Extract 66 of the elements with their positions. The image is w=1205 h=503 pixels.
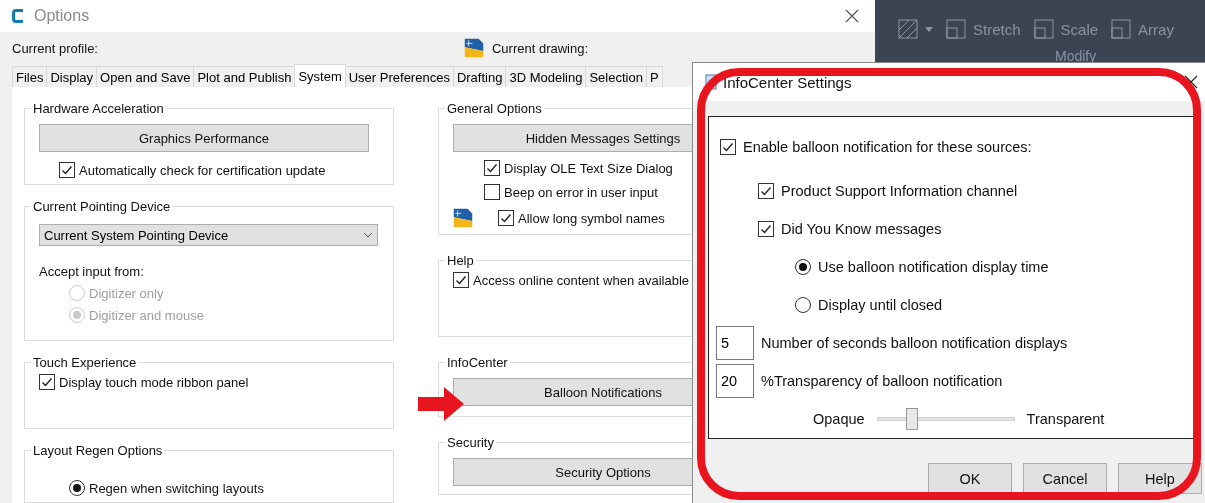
number-field[interactable]: 20 — [716, 364, 754, 398]
group-title: Current Pointing Device — [32, 199, 172, 214]
chevron-down-icon — [363, 232, 373, 238]
group-title: Layout Regen Options — [32, 443, 164, 458]
slider-max-label: Transparent — [1026, 411, 1105, 427]
radio-label: Use balloon notification display time — [818, 259, 1049, 275]
radio-label: Digitizer only — [89, 285, 164, 301]
tab[interactable]: Files — [12, 66, 48, 87]
radio-button[interactable] — [795, 297, 811, 313]
dialog-title: InfoCenter Settings — [723, 73, 852, 91]
radio-label: Digitizer and mouse — [89, 307, 204, 323]
dialog-button[interactable]: Cancel — [1023, 463, 1107, 494]
checkbox[interactable] — [720, 139, 736, 155]
tool-icon — [1032, 18, 1055, 40]
drawing-label: Current drawing: — [492, 40, 589, 56]
field-label: Accept input from: — [39, 264, 144, 279]
checkbox-label: Beep on error in user input — [504, 184, 658, 200]
profile-label: Current profile: — [12, 40, 98, 56]
close-icon[interactable] — [1184, 75, 1198, 89]
dropdown[interactable]: Current System Pointing Device — [39, 224, 378, 246]
checkbox[interactable] — [758, 183, 774, 199]
close-icon[interactable] — [845, 9, 859, 23]
tool-icon — [945, 18, 967, 40]
tab[interactable]: Open and Save — [96, 66, 195, 87]
radio-label: Regen when switching layouts — [89, 480, 264, 496]
app-logo-icon — [10, 6, 26, 26]
slider-min-label: Opaque — [813, 411, 865, 427]
checkbox[interactable] — [498, 210, 514, 226]
group-title: Hardware Acceleration — [32, 101, 165, 116]
drawing-file-icon — [464, 38, 484, 58]
tab[interactable]: 3D Modeling — [505, 66, 587, 87]
tab[interactable]: Display — [46, 66, 98, 87]
tab[interactable]: System — [294, 64, 346, 87]
checkbox-label: Product Support Information channel — [781, 183, 1018, 199]
checkbox[interactable] — [484, 184, 500, 200]
radio-button[interactable] — [69, 480, 85, 496]
group-title: Touch Experience — [32, 355, 138, 370]
checkbox-label: Did You Know messages — [781, 221, 942, 237]
group-title: General Options — [446, 101, 543, 116]
checkbox-label: Display touch mode ribbon panel — [59, 374, 249, 390]
drawing-file-icon — [453, 208, 473, 228]
checkbox-label: Display OLE Text Size Dialog — [504, 160, 673, 176]
window-title: Options — [34, 7, 90, 25]
checkbox-label: Allow long symbol names — [518, 210, 665, 226]
options-button[interactable]: Graphics Performance — [39, 124, 369, 152]
caret-icon[interactable] — [925, 26, 933, 32]
checkbox-label: Automatically check for certification update — [79, 162, 326, 178]
group-title: InfoCenter — [446, 355, 509, 370]
radio-label: Display until closed — [818, 297, 943, 313]
slider-thumb[interactable] — [905, 408, 918, 430]
checkbox[interactable] — [758, 221, 774, 237]
group-title: Help — [446, 253, 475, 268]
field-label: %Transparency of balloon notification — [761, 373, 1003, 389]
checkbox-label: Access online content when available — [473, 272, 690, 288]
tab[interactable]: Drafting — [452, 66, 507, 87]
field-label: Number of seconds balloon notification displays — [761, 335, 1068, 351]
checkbox[interactable] — [59, 162, 75, 178]
dialog-button[interactable]: OK — [928, 463, 1012, 494]
number-field[interactable]: 5 — [716, 326, 754, 360]
hatch-icon[interactable] — [897, 18, 919, 40]
checkbox[interactable] — [453, 272, 469, 288]
checkbox[interactable] — [484, 160, 500, 176]
tool-icon — [1110, 18, 1133, 40]
radio-button[interactable] — [795, 259, 811, 275]
group-title: Security — [446, 435, 495, 450]
checkbox[interactable] — [39, 374, 55, 390]
